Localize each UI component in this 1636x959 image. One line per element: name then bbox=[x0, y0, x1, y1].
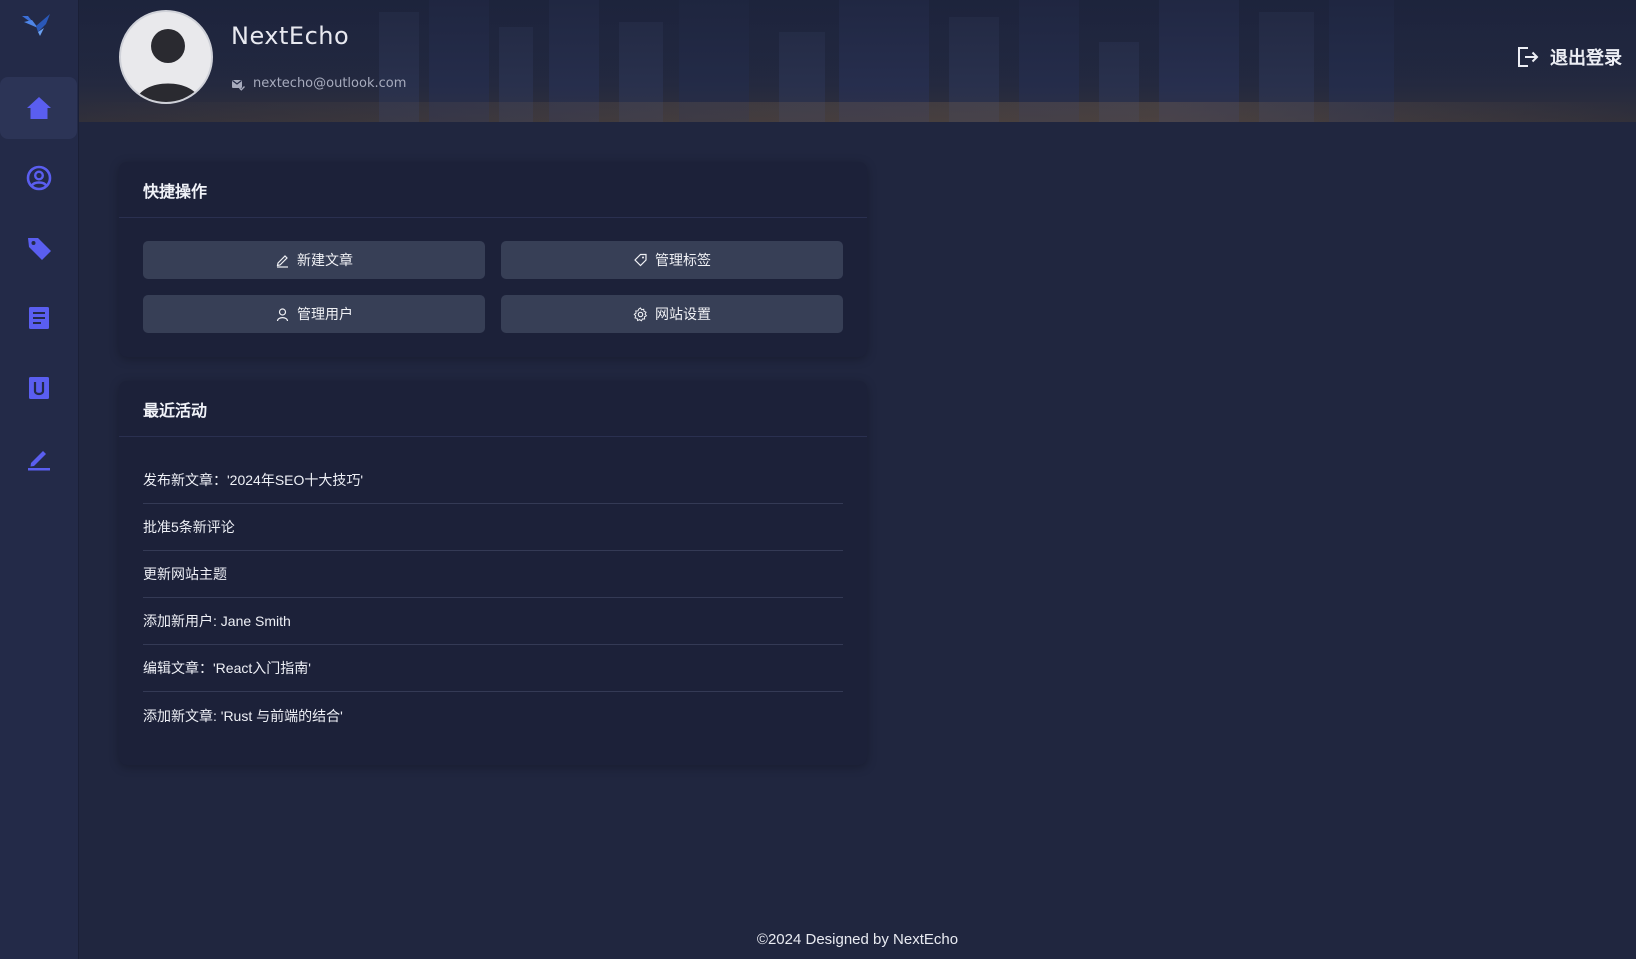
profile-banner: NextEcho nextecho@outlook.com 退出登录 bbox=[79, 0, 1636, 122]
recent-activity-card: 最近活动 发布新文章：'2024年SEO十大技巧' 批准5条新评论 更新网站主题… bbox=[119, 381, 867, 765]
sidebar-item-home[interactable] bbox=[0, 77, 77, 139]
quick-actions-card: 快捷操作 新建文章 管理标签 管理用户 网站设置 bbox=[119, 162, 867, 357]
tag-icon bbox=[634, 253, 647, 266]
manage-users-button[interactable]: 管理用户 bbox=[143, 295, 485, 333]
list-item: 添加新文章: 'Rust 与前端的结合' bbox=[143, 707, 343, 724]
sidebar-item-profile[interactable] bbox=[0, 147, 77, 209]
avatar-placeholder-icon bbox=[135, 29, 201, 102]
new-article-button[interactable]: 新建文章 bbox=[143, 241, 485, 279]
logout-icon bbox=[1518, 47, 1539, 67]
quick-actions-title: 快捷操作 bbox=[119, 162, 867, 218]
site-settings-label: 网站设置 bbox=[655, 306, 711, 322]
home-icon bbox=[26, 97, 51, 119]
activity-list: 发布新文章：'2024年SEO十大技巧' 批准5条新评论 更新网站主题 添加新用… bbox=[119, 437, 867, 739]
user-icon bbox=[276, 307, 289, 321]
logout-button[interactable]: 退出登录 bbox=[1514, 44, 1622, 70]
list-item: 添加新用户: Jane Smith bbox=[143, 598, 843, 645]
recent-activity-title: 最近活动 bbox=[119, 381, 867, 437]
gear-icon bbox=[633, 306, 648, 322]
sidebar-item-attachments[interactable] bbox=[0, 357, 77, 419]
mail-check-icon bbox=[232, 79, 245, 91]
sidebar bbox=[0, 0, 79, 959]
sidebar-item-articles[interactable] bbox=[0, 287, 77, 349]
manage-users-label: 管理用户 bbox=[297, 306, 353, 322]
logo-icon[interactable] bbox=[20, 10, 54, 40]
email-text: nextecho@outlook.com bbox=[253, 76, 407, 91]
sidebar-item-editor[interactable] bbox=[0, 427, 77, 489]
manage-tags-label: 管理标签 bbox=[655, 252, 711, 268]
email-row: nextecho@outlook.com bbox=[231, 76, 406, 91]
list-item: 编辑文章：'React入门指南' bbox=[143, 645, 843, 692]
list-item: 发布新文章：'2024年SEO十大技巧' bbox=[143, 457, 843, 504]
edit-icon bbox=[27, 451, 50, 471]
list-item: 批准5条新评论 bbox=[143, 504, 843, 551]
tag-icon bbox=[27, 238, 51, 260]
avatar[interactable] bbox=[119, 10, 213, 104]
new-article-label: 新建文章 bbox=[297, 252, 353, 268]
list-item: 更新网站主题 bbox=[143, 551, 843, 598]
document-icon bbox=[28, 307, 49, 329]
footer-credit: ©2024 Designed by NextEcho bbox=[756, 931, 959, 948]
sidebar-item-tags[interactable] bbox=[0, 217, 77, 279]
username: NextEcho bbox=[231, 22, 350, 50]
pencil-icon bbox=[276, 254, 288, 268]
archive-icon bbox=[28, 377, 49, 399]
user-circle-icon bbox=[26, 165, 51, 191]
manage-tags-button[interactable]: 管理标签 bbox=[501, 241, 843, 279]
logout-label: 退出登录 bbox=[1550, 48, 1622, 68]
site-settings-button[interactable]: 网站设置 bbox=[501, 295, 843, 333]
